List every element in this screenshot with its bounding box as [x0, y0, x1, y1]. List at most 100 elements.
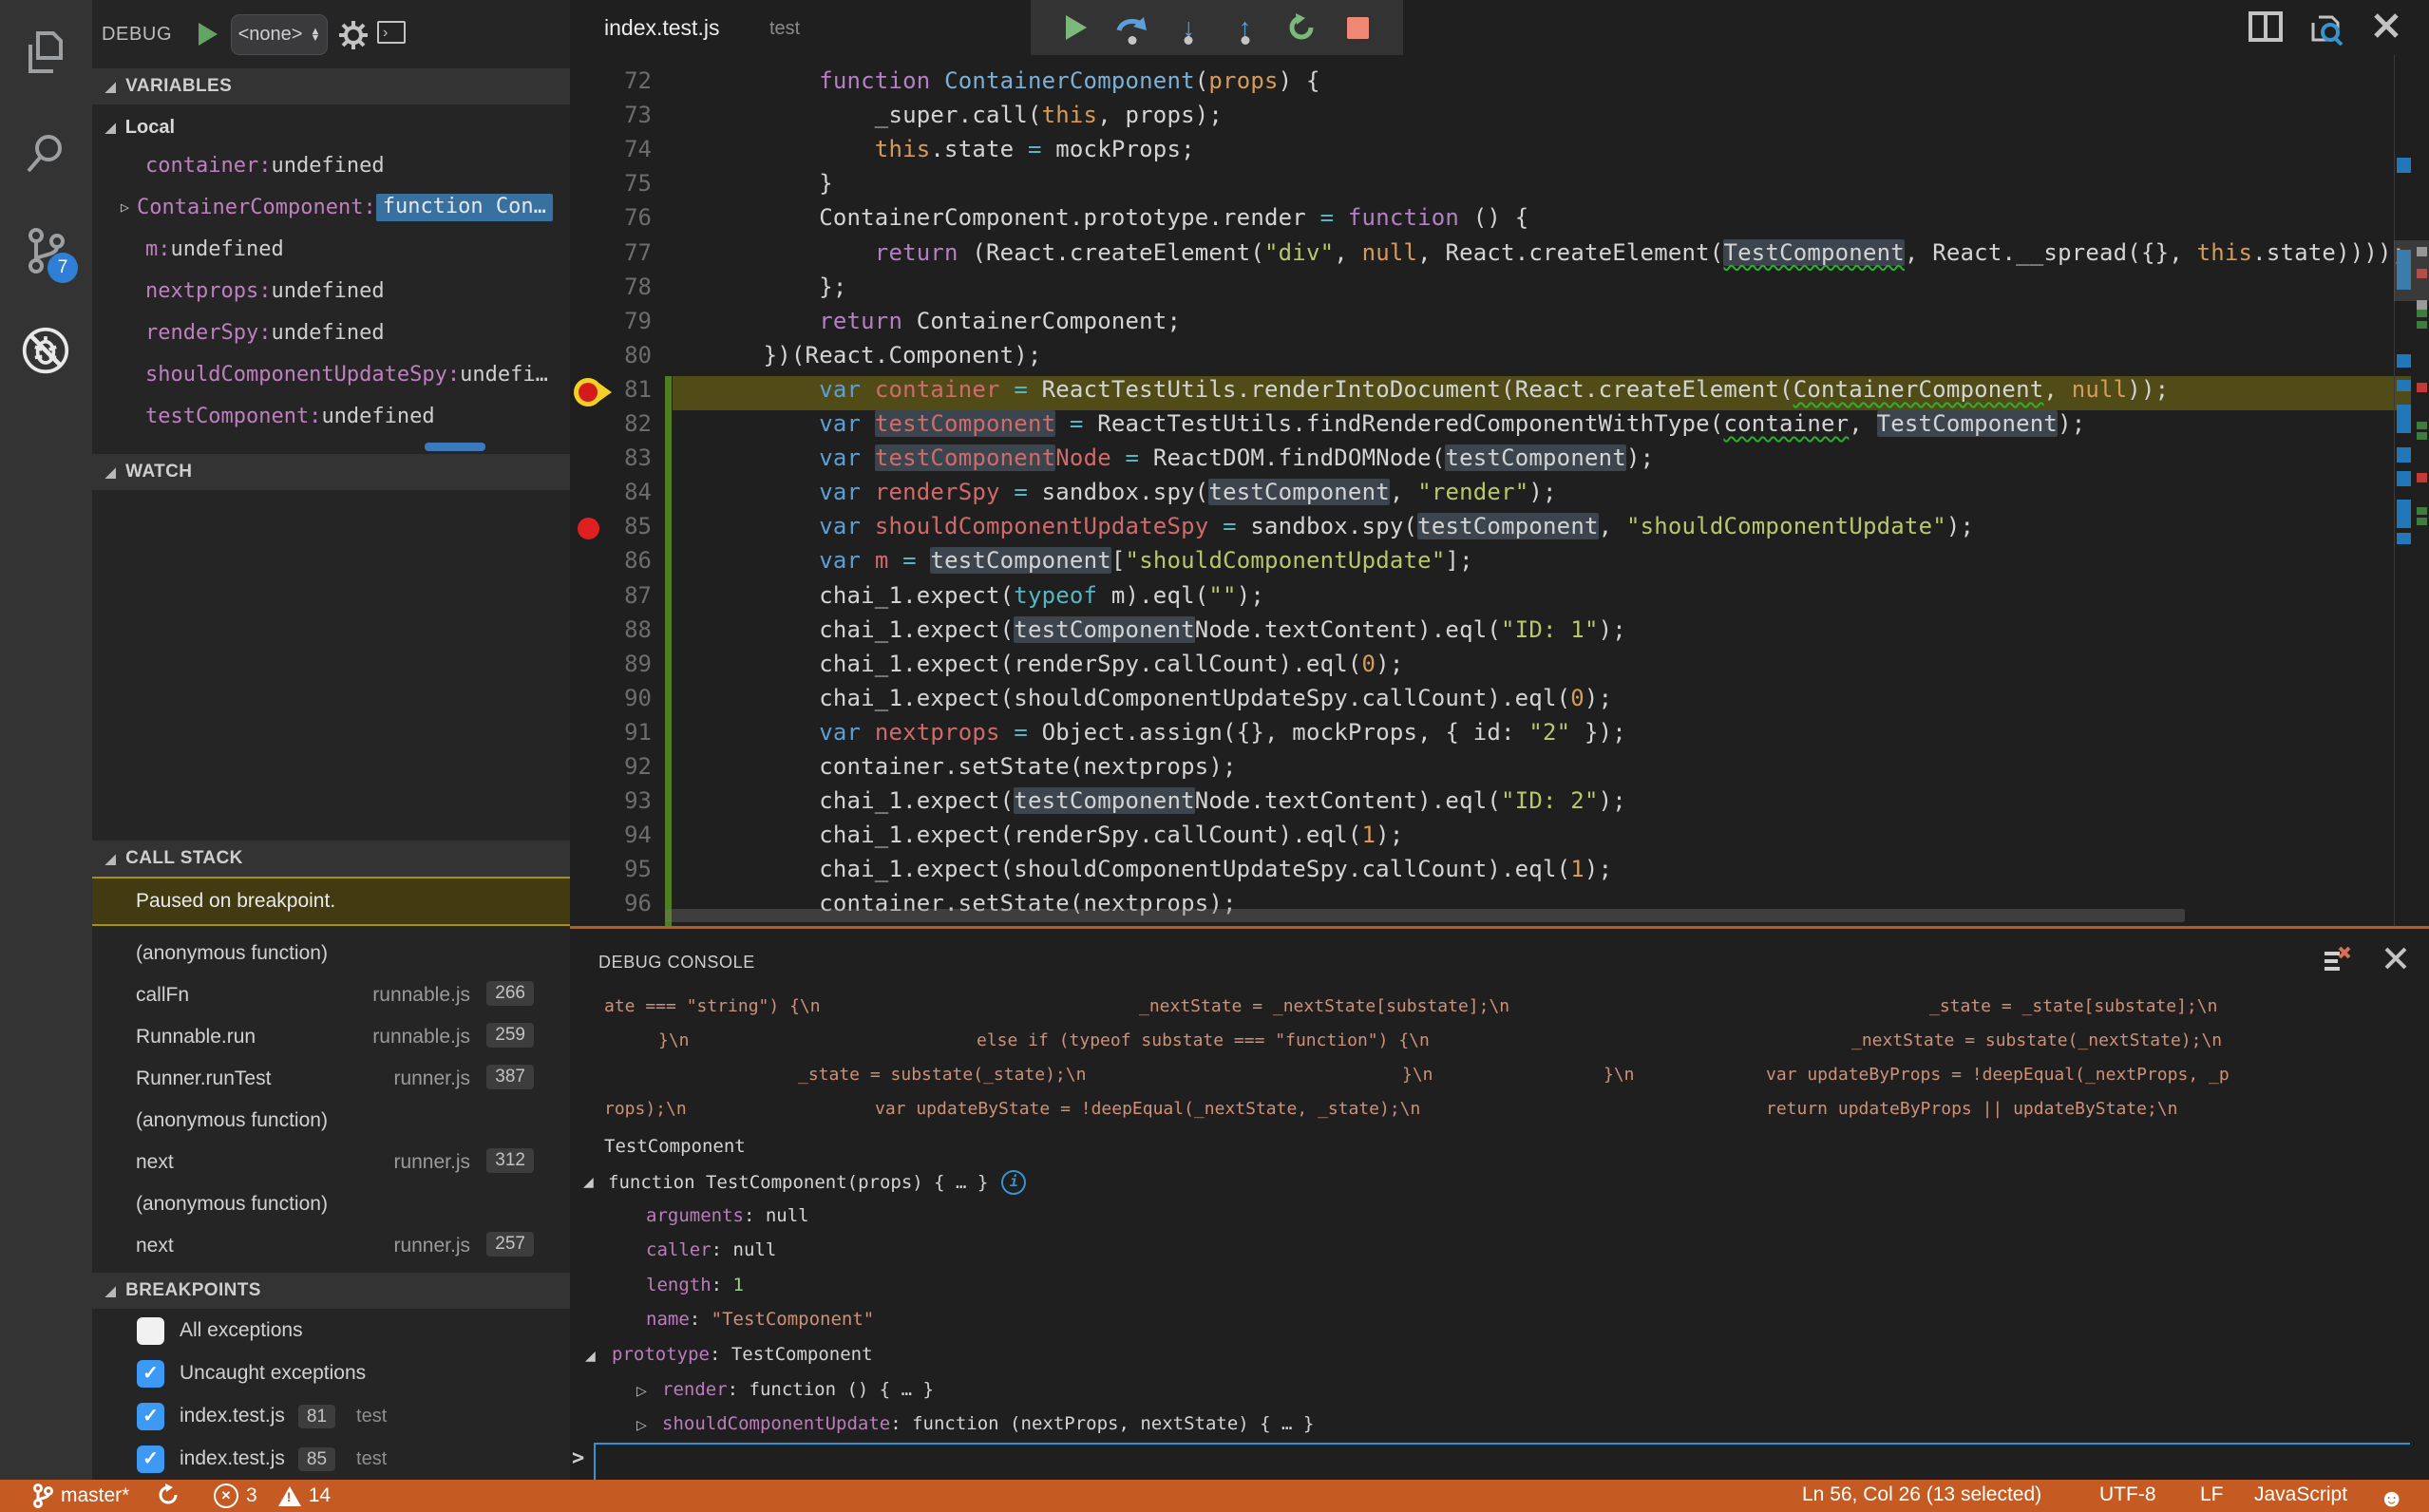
variable-row[interactable]: renderSpy: undefined [92, 312, 570, 353]
variables-section-header[interactable]: ◢ VARIABLES [92, 68, 570, 104]
errors-item[interactable]: ✕3 14 [214, 1484, 331, 1508]
debug-view-header: DEBUG <none> ▲ ▼ › [92, 0, 570, 68]
cursor-position-item[interactable]: Ln 56, Col 26 (13 selected) [1802, 1484, 2041, 1506]
step-out-button[interactable]: ↑ [1226, 9, 1264, 47]
console-tree-row[interactable]: arguments: null [646, 1205, 809, 1226]
frame-file: runner.js [393, 1151, 470, 1173]
stop-button[interactable] [1338, 9, 1376, 47]
scope-local[interactable]: ◢ Local [92, 106, 570, 148]
editor-group: index.test.js test ↓ ↑ 72 73 74 75 76 77… [570, 0, 2429, 926]
explorer-icon[interactable] [21, 28, 70, 78]
open-preview-icon[interactable] [2309, 11, 2345, 50]
tab-index-test-js[interactable]: index.test.js [604, 15, 719, 41]
start-debug-button[interactable] [199, 23, 218, 46]
code-token: , [1849, 410, 1877, 437]
encoding-item[interactable]: UTF-8 [2099, 1484, 2156, 1506]
variable-row[interactable]: m: undefined [92, 228, 570, 270]
vertical-scrollbar[interactable] [2394, 240, 2429, 301]
horizontal-scrollbar[interactable] [665, 909, 2185, 922]
open-console-icon[interactable]: › [377, 21, 406, 44]
stack-frame-row[interactable]: (anonymous function) [92, 1101, 570, 1143]
configure-gear-icon[interactable] [337, 19, 370, 56]
breakpoint-checkbox[interactable]: ✓ [137, 1403, 164, 1430]
console-tree-row[interactable]: TestComponent [604, 1136, 746, 1157]
feedback-smiley-icon[interactable]: ☻ [2379, 1484, 2404, 1512]
expand-icon[interactable]: ▷ [636, 1383, 647, 1399]
stack-frame-row[interactable]: Runner.runTest runner.js 387 [92, 1059, 570, 1101]
console-tree-row[interactable]: length: 1 [646, 1275, 744, 1295]
variable-value: undefi… [460, 362, 548, 387]
restart-button[interactable] [1282, 9, 1320, 47]
variables-scrollbar[interactable] [425, 443, 485, 451]
collapse-icon[interactable]: ◢ [585, 1348, 596, 1364]
code-line: chai_1.expect(renderSpy.callCount).eql(1… [708, 822, 1403, 848]
console-token: : [709, 1344, 731, 1365]
frame-file: runner.js [393, 1235, 470, 1257]
variable-name: container: [145, 153, 272, 178]
line-number: 72 [624, 67, 652, 94]
breakpoint-row[interactable]: ✓ index.test.js 85 test [92, 1439, 570, 1482]
console-token: arguments [646, 1205, 744, 1226]
code-token: Object.assign({}, mockProps, { id: [1027, 718, 1529, 746]
variable-row[interactable]: testComponent: undefined [92, 395, 570, 437]
close-editor-icon[interactable] [2372, 11, 2401, 50]
stack-frame-row[interactable]: (anonymous function) [92, 934, 570, 975]
search-icon[interactable] [21, 128, 70, 178]
source-control-icon[interactable]: 7 [21, 226, 78, 283]
stack-frame-row[interactable]: next runner.js 257 [92, 1226, 570, 1268]
stack-frame-row[interactable]: Runnable.run runnable.js 259 [92, 1017, 570, 1059]
frame-name: callFn [136, 984, 190, 1006]
console-tree-row[interactable]: name: "TestComponent" [646, 1309, 874, 1330]
breakpoint-checkbox[interactable] [137, 1317, 164, 1345]
variable-row[interactable]: container: undefined [92, 144, 570, 186]
code-line: var renderSpy = sandbox.spy(testComponen… [708, 479, 1557, 506]
close-panel-icon[interactable] [2383, 946, 2408, 979]
step-over-button[interactable] [1113, 9, 1151, 47]
variable-name: ContainerComponent: [137, 195, 376, 219]
code-editor[interactable]: 72 73 74 75 76 77 78 79 80 81 82 83 84 85 86 87 88 89 90 91… [570, 55, 2429, 926]
breakpoint-row[interactable]: All exceptions [92, 1311, 570, 1353]
launch-config-dropdown[interactable]: <none> ▲ ▼ [231, 14, 328, 55]
clear-console-icon[interactable] [2323, 946, 2351, 979]
variable-row[interactable]: ▷ ContainerComponent: function Con… [92, 186, 570, 228]
stack-frame-row[interactable]: next runner.js 312 [92, 1143, 570, 1184]
variable-row[interactable]: shouldComponentUpdateSpy: undefi… [92, 353, 570, 395]
collapse-icon[interactable]: ◢ [583, 1174, 594, 1190]
continue-button[interactable] [1057, 9, 1095, 47]
eol-item[interactable]: LF [2200, 1484, 2224, 1506]
repl-input[interactable] [594, 1443, 2410, 1483]
stack-frame-row[interactable]: (anonymous function) [92, 1184, 570, 1226]
console-tree-row[interactable]: render: function () { … } [662, 1379, 934, 1400]
console-tree-row[interactable]: shouldComponentUpdate: function (nextPro… [662, 1413, 1314, 1434]
sync-icon[interactable] [157, 1484, 180, 1506]
expand-icon[interactable]: ▷ [636, 1417, 647, 1433]
breakpoint-checkbox[interactable]: ✓ [137, 1446, 164, 1473]
call-stack-section-header[interactable]: ◢ CALL STACK [92, 841, 570, 877]
variable-row[interactable]: nextprops: undefined [92, 270, 570, 312]
console-tree-row[interactable]: function TestComponent(props) { … } i [608, 1170, 1027, 1195]
info-icon[interactable]: i [1001, 1170, 1027, 1195]
code-line: }; [708, 274, 847, 300]
console-token: function () { … } [749, 1379, 934, 1400]
console-output-text: rops);\n [604, 1099, 687, 1119]
console-tree-row[interactable]: prototype: TestComponent [612, 1344, 873, 1365]
code-token: container [874, 375, 1000, 403]
expand-icon[interactable]: ▷ [121, 198, 129, 216]
frame-line-badge: 259 [486, 1023, 534, 1048]
debug-icon[interactable] [21, 326, 70, 375]
split-editor-icon[interactable] [2249, 11, 2283, 50]
stack-frame-row[interactable]: callFn runnable.js 266 [92, 975, 570, 1017]
code-token: ); [1598, 787, 1626, 815]
console-tree-row[interactable]: caller: null [646, 1239, 776, 1260]
breakpoint-checkbox[interactable]: ✓ [137, 1360, 164, 1388]
step-into-button[interactable]: ↓ [1169, 9, 1207, 47]
breakpoints-section-header[interactable]: ◢ BREAKPOINTS [92, 1273, 570, 1309]
language-item[interactable]: JavaScript [2254, 1484, 2347, 1506]
overview-ruler[interactable] [2394, 55, 2429, 926]
breakpoint-row[interactable]: ✓ Uncaught exceptions [92, 1353, 570, 1396]
git-branch-item[interactable]: master* [32, 1484, 129, 1508]
breakpoint-row[interactable]: ✓ index.test.js 81 test [92, 1396, 570, 1439]
code-line: function ContainerComponent(props) { [708, 67, 1320, 94]
watch-section-header[interactable]: ◢ WATCH [92, 454, 570, 490]
